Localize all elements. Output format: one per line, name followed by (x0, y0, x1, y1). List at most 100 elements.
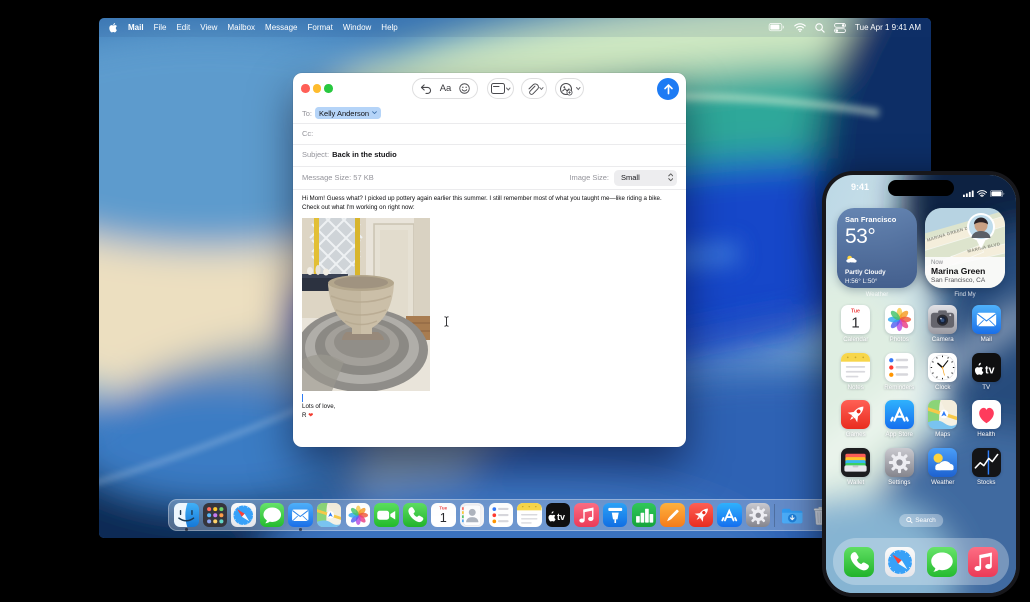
safari-app-icon (231, 502, 256, 528)
mac-dock-numbers[interactable] (631, 502, 656, 528)
image-size-dropdown[interactable]: Small (614, 169, 677, 186)
menu-item-window[interactable]: Window (343, 23, 371, 32)
iphone-app-wallet[interactable]: Wallet (834, 447, 878, 491)
cc-field[interactable]: Cc: (293, 123, 686, 143)
close-button[interactable] (301, 84, 310, 93)
menu-item-mailbox[interactable]: Mailbox (227, 23, 255, 32)
header-fields-button[interactable] (487, 78, 514, 99)
dock-separator (774, 503, 776, 527)
cell-signal-icon (963, 184, 974, 202)
apple-menu-icon[interactable] (109, 22, 118, 33)
recipient-pill[interactable]: Kelly Anderson (315, 107, 382, 119)
menu-item-message[interactable]: Message (265, 23, 297, 32)
menu-item-edit[interactable]: Edit (176, 23, 190, 32)
weather-widget[interactable]: San Francisco 53° Partly Cloudy H:56° L:… (837, 208, 917, 288)
battery-icon[interactable] (768, 23, 785, 32)
iphone: 9:41 San Francisco 53° Partly Cloudy H:5… (822, 171, 1020, 597)
mac-dock-safari[interactable] (231, 502, 256, 528)
iphone-app-camera[interactable]: Camera (921, 305, 965, 348)
appstore-app-icon (717, 502, 742, 528)
pottery-photo-attachment[interactable] (302, 217, 430, 391)
mac-dock-games[interactable] (688, 502, 714, 528)
app-label: Health (977, 431, 996, 438)
iphone-app-appstore[interactable]: App Store (878, 400, 922, 443)
iphone-app-tv[interactable]: tv TV (965, 352, 1009, 396)
photos-app-icon (345, 502, 371, 528)
iphone-app-notes[interactable]: Notes (834, 352, 878, 396)
running-indicator (299, 528, 302, 531)
menu-item-view[interactable]: View (200, 23, 217, 32)
app-label: Stocks (976, 478, 996, 486)
iphone-app-reminders[interactable]: Reminders (878, 352, 922, 396)
weather-city: San Francisco (845, 215, 897, 224)
wifi-icon[interactable] (794, 23, 806, 32)
mac-dock-contacts[interactable] (459, 502, 485, 528)
messages-app-icon (259, 502, 285, 528)
iphone-screen: 9:41 San Francisco 53° Partly Cloudy H:5… (826, 175, 1016, 593)
format-text-icon[interactable]: Aa (440, 83, 452, 94)
music-app-icon (967, 546, 998, 577)
iphone-app-maps[interactable]: Maps (921, 400, 965, 443)
iphone-app-mail[interactable]: Mail (965, 305, 1009, 348)
mac-dock-messages[interactable] (259, 502, 285, 528)
app-label: Clock (935, 383, 951, 391)
mac-dock-downloads[interactable] (780, 503, 805, 528)
menu-item-help[interactable]: Help (381, 23, 397, 32)
iphone-app-photos[interactable]: Photos (878, 305, 922, 348)
phone-app-icon (402, 502, 428, 528)
mac-dock-keynote[interactable] (602, 502, 628, 528)
zoom-button[interactable] (324, 84, 333, 93)
iphone-app-calendar[interactable]: Tue 1 Calendar (834, 305, 878, 348)
undo-icon[interactable] (420, 83, 432, 94)
mac-dock-finder[interactable] (174, 502, 199, 531)
iphone-dock-safari[interactable] (885, 546, 916, 577)
mac-dock-launchpad[interactable] (202, 502, 228, 528)
findmy-widget[interactable]: MARINA GREEN DR MARINA BLVD Now Marina G… (925, 208, 1005, 288)
iphone-app-weatherapp[interactable]: Weather (921, 447, 965, 491)
memoji-avatar-pin (963, 211, 999, 251)
maps-app-icon (928, 400, 958, 429)
iphone-app-settings[interactable]: Settings (878, 447, 922, 491)
mac-dock-tv[interactable]: tv (545, 502, 571, 528)
iphone-app-health[interactable]: Health (965, 400, 1009, 443)
photos-app-icon (884, 305, 914, 334)
send-button[interactable] (657, 77, 679, 100)
iphone-app-games[interactable]: Games (834, 400, 878, 443)
iphone-dock-music[interactable] (967, 546, 998, 577)
search-pill[interactable]: Search (899, 514, 943, 527)
mac-dock-pages[interactable] (660, 502, 685, 528)
iphone-dock-phone[interactable] (844, 546, 875, 577)
to-field[interactable]: To: Kelly Anderson (293, 103, 686, 123)
iphone-app-clock[interactable]: Clock (921, 352, 965, 396)
mac-dock-settings[interactable] (745, 502, 771, 528)
cc-label: Cc: (302, 128, 314, 138)
insert-photo-button[interactable] (555, 78, 584, 99)
minimize-button[interactable] (312, 84, 321, 93)
attach-file-button[interactable] (521, 78, 547, 99)
tv-app-icon: tv (971, 352, 1001, 382)
iphone-status-bar: 9:41 (826, 178, 1016, 197)
mac-dock-calendar[interactable]: Tue 1 (431, 502, 456, 528)
mac-dock-maps[interactable] (316, 502, 342, 528)
mac-dock-phone[interactable] (402, 502, 428, 528)
iphone-app-stocks[interactable]: Stocks (965, 447, 1009, 491)
mac-dock-reminders[interactable] (488, 502, 514, 528)
notes-app-icon (517, 502, 542, 528)
menu-item-mail[interactable]: Mail (128, 23, 144, 32)
mac-dock-photos[interactable] (345, 502, 371, 528)
iphone-dock-messages[interactable] (926, 546, 957, 577)
menu-item-format[interactable]: Format (308, 23, 333, 32)
mail-compose-window: Aa To: Kelly Anderson Cc: Subject: Back … (293, 73, 686, 447)
mac-dock-facetime[interactable] (374, 502, 399, 528)
control-center-icon[interactable] (834, 22, 846, 33)
mac-dock-appstore[interactable] (717, 502, 742, 528)
mac-dock-mail[interactable] (288, 502, 313, 531)
mac-dock-notes[interactable] (517, 502, 542, 528)
message-body[interactable]: Hi Mom! Guess what? I picked up pottery … (293, 189, 686, 426)
mac-dock-music[interactable] (574, 502, 599, 528)
menu-item-file[interactable]: File (154, 23, 167, 32)
subject-field[interactable]: Subject: Back in the studio (293, 144, 686, 165)
emoji-icon[interactable] (458, 83, 470, 94)
search-icon[interactable] (815, 22, 825, 33)
menu-bar-clock[interactable]: Tue Apr 1 9:41 AM (855, 23, 921, 32)
